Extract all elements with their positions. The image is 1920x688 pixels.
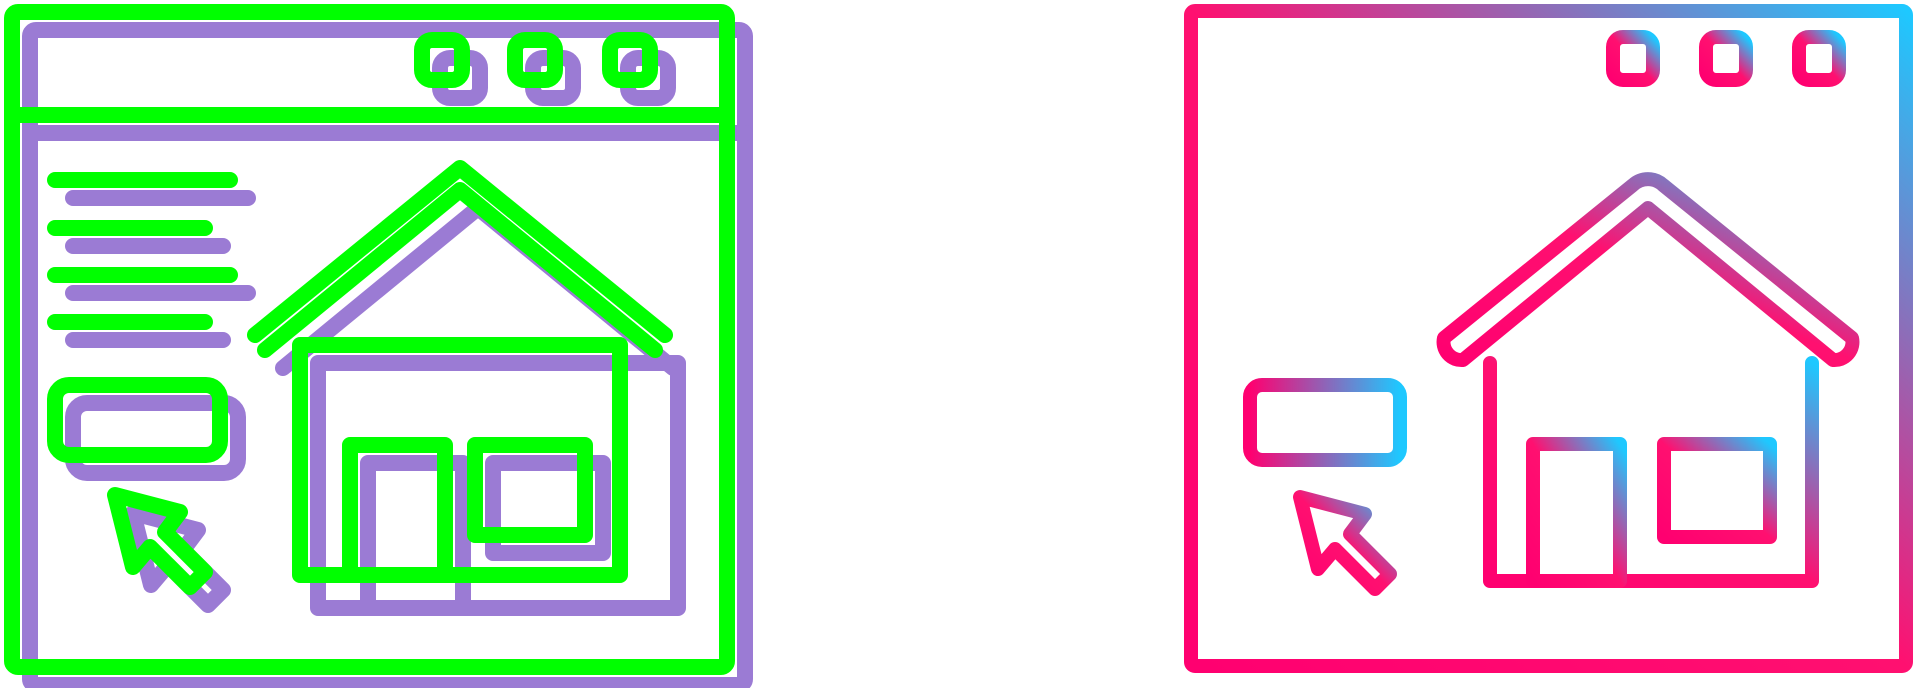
shadow-layer xyxy=(22,22,753,688)
house-window xyxy=(1657,437,1777,544)
button-shape xyxy=(1243,378,1407,467)
cursor-arrow xyxy=(1293,490,1397,596)
web-real-estate-icon-gradient xyxy=(1180,0,1920,688)
window-dot-1 xyxy=(1606,30,1660,87)
house-door xyxy=(1526,437,1627,588)
window-dot-3 xyxy=(1792,30,1846,87)
window-dot-2 xyxy=(1699,30,1753,87)
house-roof xyxy=(1436,172,1860,368)
web-real-estate-icon-two-tone xyxy=(0,0,770,688)
